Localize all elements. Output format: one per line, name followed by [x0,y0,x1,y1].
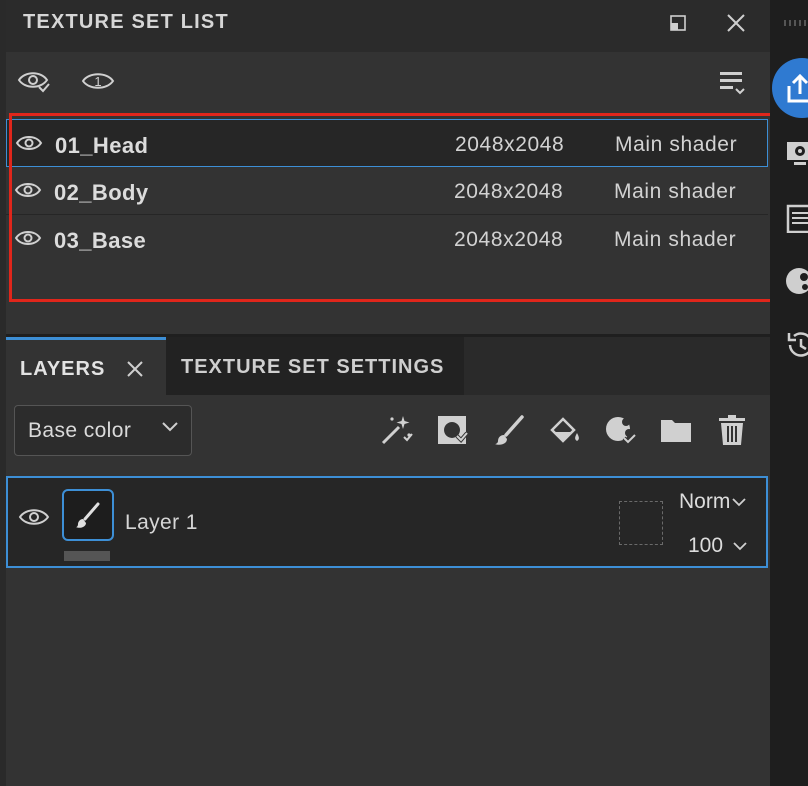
chevron-down-icon [733,541,747,551]
texture-set-list-header: TEXTURE SET LIST [6,0,770,52]
trash-icon [715,413,749,447]
layers-tab-bar: LAYERS TEXTURE SET SETTINGS [6,337,770,395]
fill-mask-icon [435,413,469,447]
tab-layers[interactable]: LAYERS [6,337,166,395]
blend-mode-dropdown[interactable]: Norm [679,490,746,514]
add-fill-layer-button[interactable] [545,410,585,450]
delete-layer-button[interactable] [712,410,752,450]
texture-set-name: 02_Body [54,180,149,205]
eye-check-icon [17,68,51,94]
texture-set-row[interactable]: 01_Head 2048x2048 Main shader [6,119,768,167]
history-button[interactable] [784,330,808,360]
history-icon [784,330,808,360]
layer-row[interactable]: Layer 1 Norm 100 [6,476,768,568]
add-effect-button[interactable] [376,410,416,450]
channel-dropdown[interactable]: Base color [14,405,192,456]
shader-settings-button[interactable] [784,266,808,296]
texture-set-shader: Main shader [614,180,737,203]
blend-mode-value: Norm [679,490,731,513]
texture-set-row[interactable]: 03_Base 2048x2048 Main shader [6,215,768,263]
texture-set-resolution: 2048x2048 [454,228,564,251]
display-settings-icon [784,138,808,168]
texture-set-name: 01_Head [55,133,149,158]
texture-set-shader: Main shader [614,228,737,251]
add-folder-button[interactable] [656,410,696,450]
close-icon [726,13,746,33]
solo-eye-icon: 1 [81,68,115,94]
layer-thumbnail[interactable] [62,489,114,541]
tab-layers-label: LAYERS [20,358,106,380]
eye-icon[interactable] [14,228,42,248]
brush-icon [492,413,526,447]
smart-material-icon [603,413,637,447]
mask-slot[interactable] [619,501,663,545]
texture-set-resolution: 2048x2048 [454,180,564,203]
strip-grip [784,20,808,26]
eye-icon[interactable] [18,506,50,528]
folder-icon [659,413,693,447]
solo-badge: 1 [94,74,101,89]
main-panel: TEXTURE SET LIST 1 01_Head 2048x2048 Mai… [0,0,774,786]
texture-set-toolbar: 1 [6,52,770,114]
opacity-value: 100 [688,534,724,557]
add-paint-layer-button[interactable] [489,410,529,450]
fill-bucket-icon [548,413,582,447]
popout-icon [669,14,687,32]
texture-set-shader: Main shader [615,133,738,156]
shader-icon [784,266,808,296]
eye-icon[interactable] [14,180,42,200]
right-toolbar-strip [770,0,808,786]
export-button[interactable] [772,58,808,118]
opacity-dropdown[interactable]: 100 [688,534,747,558]
tab-texture-set-settings[interactable]: TEXTURE SET SETTINGS [166,337,464,395]
brush-icon [74,501,102,529]
tab-texture-set-settings-label: TEXTURE SET SETTINGS [181,356,445,378]
channel-value: Base color [28,419,132,442]
close-panel-button[interactable] [719,8,753,38]
texture-set-resolution: 2048x2048 [455,133,565,156]
add-fill-mask-button[interactable] [432,410,472,450]
texture-set-row[interactable]: 02_Body 2048x2048 Main shader [6,167,768,215]
list-settings-button[interactable] [712,62,752,102]
list-settings-icon [717,67,747,97]
texture-set-list-title: TEXTURE SET LIST [23,11,229,33]
export-icon [786,74,808,104]
display-settings-button[interactable] [784,138,808,168]
add-smart-material-button[interactable] [600,410,640,450]
popout-button[interactable] [661,8,695,38]
solo-mode-button[interactable]: 1 [78,61,118,101]
close-tab-icon[interactable] [124,358,148,382]
eye-icon[interactable] [15,133,43,153]
layer-name[interactable]: Layer 1 [125,511,198,535]
texture-set-name: 03_Base [54,228,147,253]
texture-set-list: 01_Head 2048x2048 Main shader 02_Body 20… [6,114,770,334]
notes-button[interactable] [784,203,808,233]
visibility-toggle-button[interactable] [14,61,54,101]
layer-thumbnail-bar [64,551,110,561]
notes-icon [784,203,808,233]
magic-wand-icon [379,413,413,447]
chevron-down-icon [732,497,746,507]
chevron-down-icon [161,421,179,433]
